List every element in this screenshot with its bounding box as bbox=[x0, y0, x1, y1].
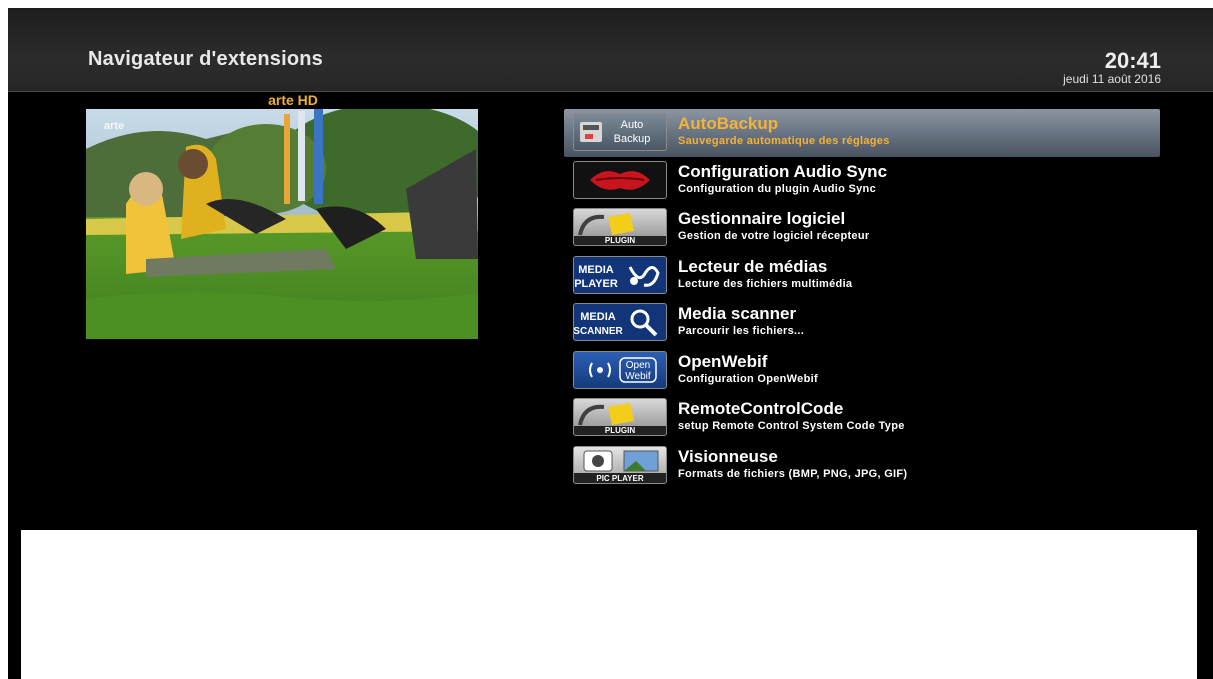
video-frame-image: arte bbox=[86, 109, 478, 339]
plugin-icon: PLUGIN bbox=[573, 398, 667, 436]
plugin-name: Configuration Audio Sync bbox=[678, 161, 888, 181]
clock: 20:41 bbox=[1104, 48, 1161, 73]
plugin-name: Media scanner bbox=[678, 304, 797, 323]
plugin-description: Sauvegarde automatique des réglages bbox=[678, 135, 890, 147]
svg-text:Backup: Backup bbox=[614, 133, 651, 145]
plugin-icon: PLUGIN bbox=[573, 208, 667, 246]
svg-text:PLUGIN: PLUGIN bbox=[605, 426, 635, 435]
media-scanner-icon: MEDIA SCANNER bbox=[573, 303, 667, 341]
plugin-description: Parcourir les fichiers... bbox=[678, 325, 805, 337]
plugin-name: AutoBackup bbox=[678, 114, 779, 133]
svg-text:Auto: Auto bbox=[621, 119, 644, 131]
video-preview: arte bbox=[86, 109, 478, 339]
svg-text:Webif: Webif bbox=[625, 371, 651, 382]
svg-text:MEDIA: MEDIA bbox=[578, 264, 614, 276]
svg-text:SCANNER: SCANNER bbox=[574, 326, 624, 337]
svg-text:Open: Open bbox=[626, 360, 650, 371]
svg-text:MEDIA: MEDIA bbox=[580, 311, 616, 323]
audio-sync-lips-icon bbox=[573, 160, 667, 199]
pic-player-icon: PIC PLAYER bbox=[573, 445, 667, 484]
plugin-name: OpenWebif bbox=[678, 351, 768, 371]
plugin-description: setup Remote Control System Code Type bbox=[678, 420, 905, 432]
plugin-item-gestionnaire-logiciel[interactable]: PLUGIN Gestionnaire logiciel Gestion de … bbox=[564, 204, 1160, 252]
tv-screen: Navigateur d'extensions 20:41 jeudi 11 a… bbox=[8, 8, 1213, 679]
plugin-list[interactable]: Auto Backup AutoBackup Sauvegarde automa… bbox=[564, 109, 1160, 489]
plugin-name: Visionneuse bbox=[678, 446, 778, 466]
plugin-item-remote-control-code[interactable]: PLUGIN RemoteControlCode setup Remote Co… bbox=[564, 394, 1160, 442]
plugin-description: Gestion de votre logiciel récepteur bbox=[678, 230, 870, 242]
page-title: Navigateur d'extensions bbox=[88, 48, 323, 70]
autobackup-icon: Auto Backup bbox=[573, 113, 667, 151]
plugin-item-openwebif[interactable]: Open Webif OpenWebif Configuration OpenW… bbox=[564, 347, 1160, 395]
plugin-description: Configuration OpenWebif bbox=[678, 372, 818, 385]
plugin-item-autobackup[interactable]: Auto Backup AutoBackup Sauvegarde automa… bbox=[564, 109, 1160, 157]
plugin-item-visionneuse[interactable]: PIC PLAYER Visionneuse Formats de fichie… bbox=[564, 442, 1160, 490]
svg-text:PLAYER: PLAYER bbox=[574, 278, 618, 290]
plugin-item-media-scanner[interactable]: MEDIA SCANNER Media scanner Parcourir le… bbox=[564, 299, 1160, 347]
plugin-item-lecteur-medias[interactable]: MEDIA PLAYER Lecteur de médias Lecture d… bbox=[564, 252, 1160, 300]
plugin-description: Configuration du plugin Audio Sync bbox=[678, 182, 876, 195]
media-player-icon: MEDIA PLAYER bbox=[573, 255, 667, 294]
plugin-name: Lecteur de médias bbox=[678, 256, 828, 276]
plugin-description: Lecture des fichiers multimédia bbox=[678, 277, 853, 290]
channel-logo-watermark: arte bbox=[104, 120, 124, 132]
description-panel bbox=[21, 530, 1197, 679]
date: jeudi 11 août 2016 bbox=[1063, 72, 1161, 86]
openwebif-icon: Open Webif bbox=[573, 350, 667, 389]
plugin-name: RemoteControlCode bbox=[678, 399, 844, 418]
header-bar: Navigateur d'extensions 20:41 jeudi 11 a… bbox=[8, 8, 1213, 92]
plugin-description: Formats de fichiers (BMP, PNG, JPG, GIF) bbox=[678, 467, 908, 480]
channel-name: arte HD bbox=[268, 92, 318, 108]
svg-text:PIC PLAYER: PIC PLAYER bbox=[596, 474, 643, 483]
plugin-item-audio-sync[interactable]: Configuration Audio Sync Configuration d… bbox=[564, 157, 1160, 205]
svg-text:PLUGIN: PLUGIN bbox=[605, 236, 635, 245]
plugin-name: Gestionnaire logiciel bbox=[678, 209, 846, 228]
